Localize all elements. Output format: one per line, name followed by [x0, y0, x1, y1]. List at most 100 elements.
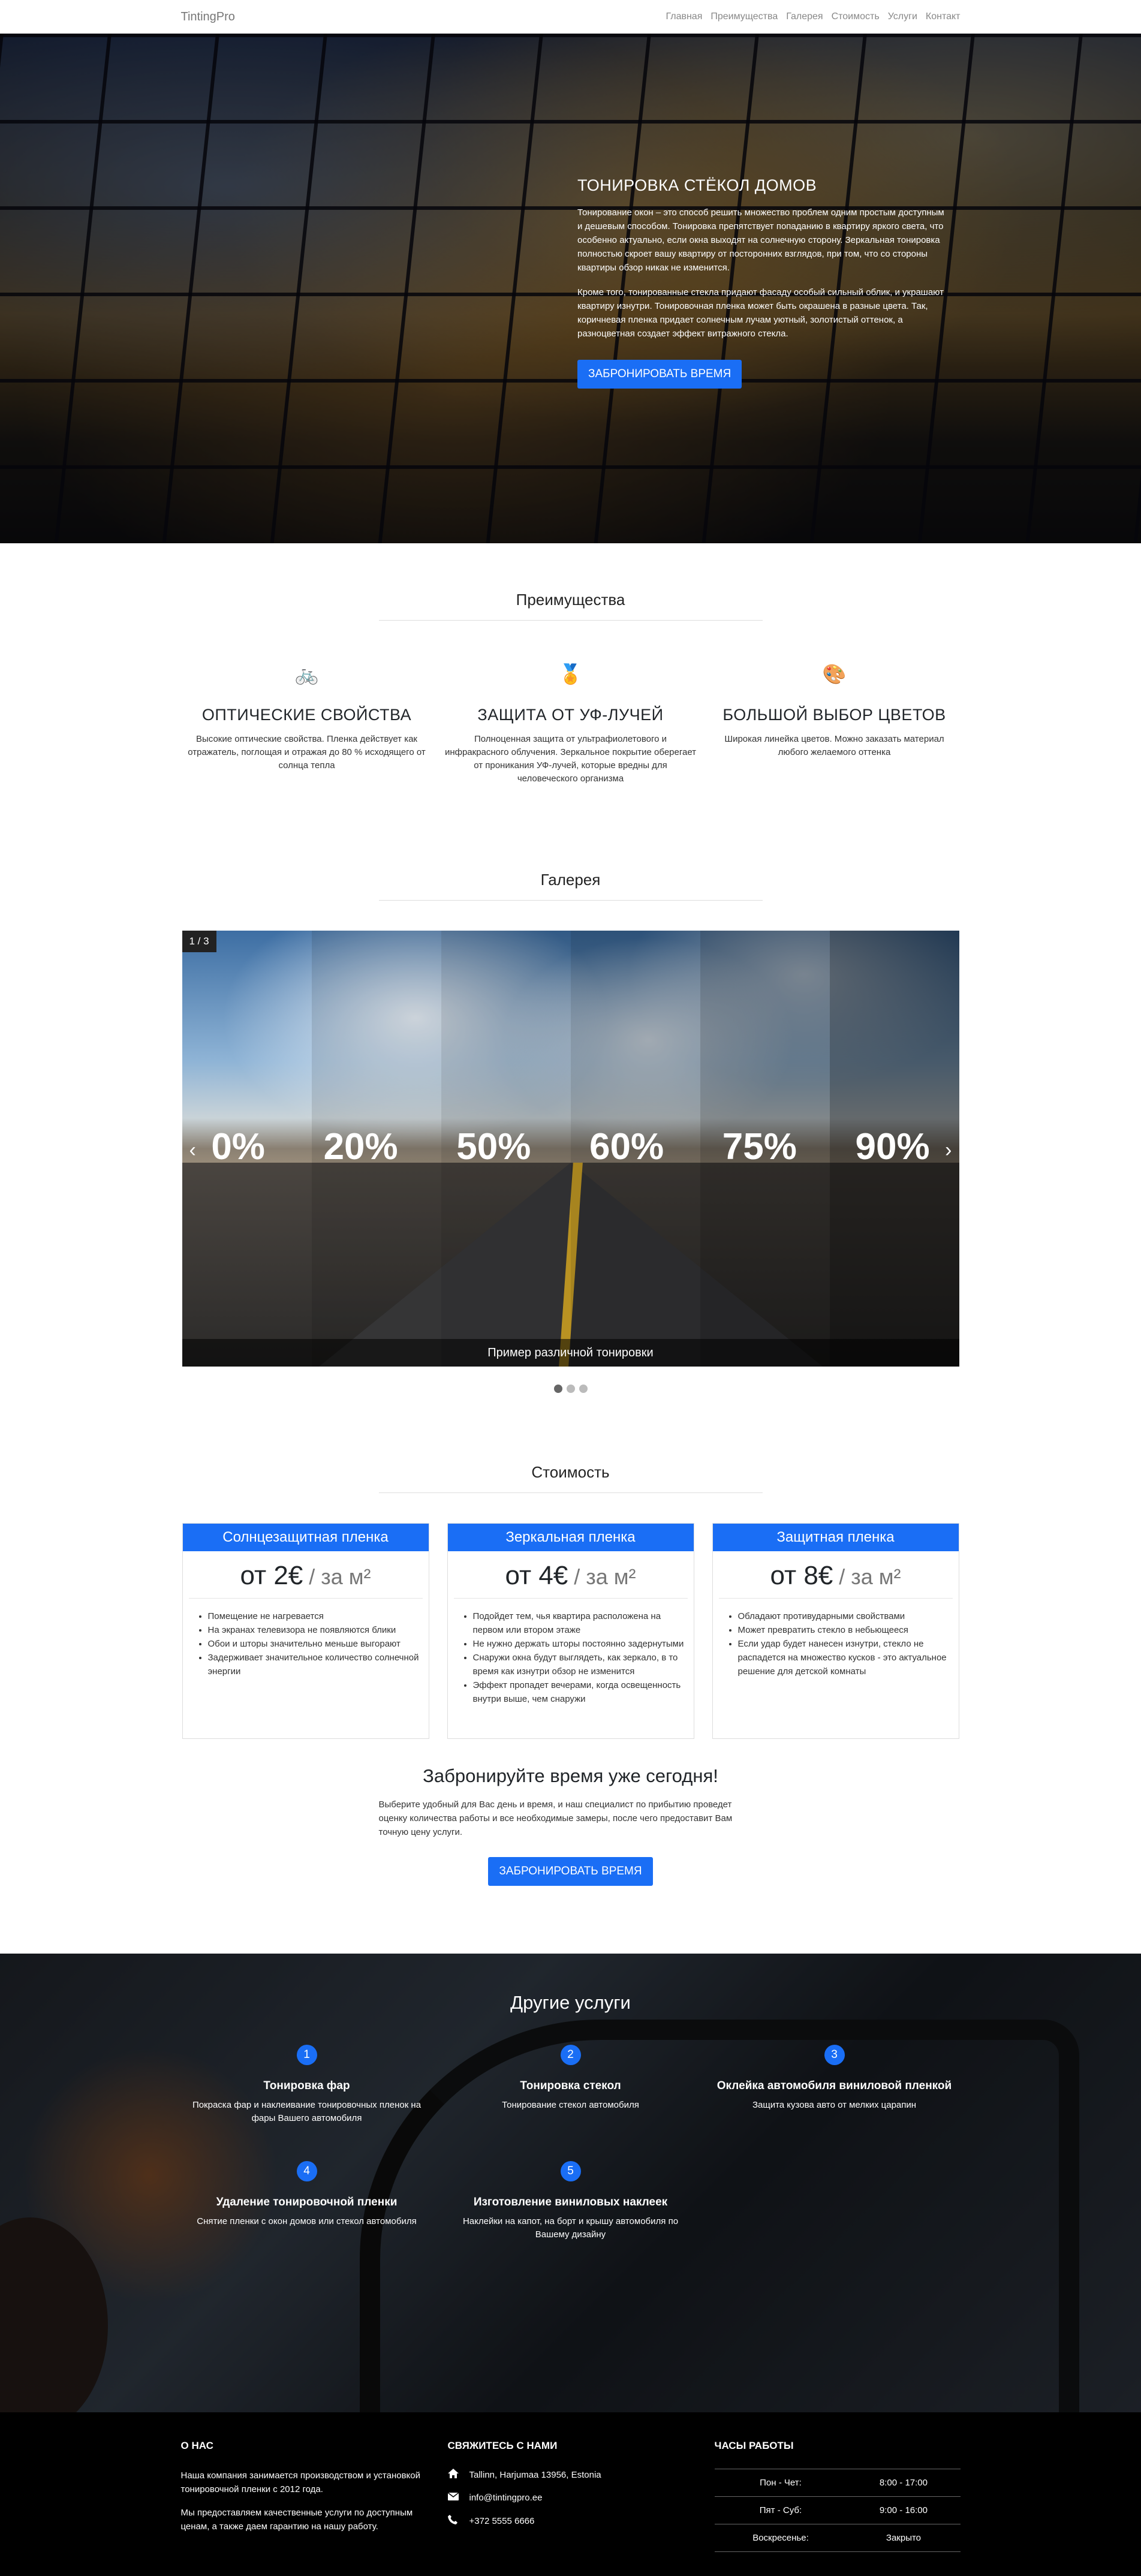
- booking-button[interactable]: ЗАБРОНИРОВАТЬ ВРЕМЯ: [488, 1857, 653, 1886]
- about-text: Наша компания занимается производством и…: [180, 2470, 421, 2494]
- plan-name: Защитная пленка: [712, 1524, 959, 1551]
- plan-name: Солнцезащитная пленка: [182, 1524, 429, 1551]
- number-badge: 2: [560, 2045, 581, 2065]
- hero-content: ТОНИРОВКА СТЁКОЛ ДОМОВ Тонирование окон …: [577, 176, 949, 389]
- nav-item-home[interactable]: Главная: [666, 11, 702, 22]
- tint-label: 50%: [456, 1126, 531, 1167]
- booking-title: Забронируйте время уже сегодня!: [423, 1765, 718, 1786]
- brand-logo[interactable]: TintingPro: [181, 10, 235, 24]
- feature-title: ОПТИЧЕСКИЕ СВОЙСТВА: [201, 706, 412, 724]
- service-text: Защита кузова авто от мелких царапин: [752, 2100, 917, 2110]
- feature-text: Полноценная защита от ультрафиолетового …: [444, 734, 697, 784]
- plan-name: Зеркальная пленка: [447, 1524, 694, 1551]
- slide-caption: Пример различной тонировки: [182, 1339, 959, 1367]
- nav-item-contact[interactable]: Контакт: [926, 11, 961, 22]
- service-title: Тонировка стекол: [520, 2080, 621, 2092]
- service-title: Оклейка автомобиля виниловой пленкой: [716, 2080, 952, 2092]
- plan-price: от 4€ / за м²: [453, 1551, 688, 1599]
- nav-menu: Главная Преимущества Галерея Стоимость У…: [666, 11, 960, 22]
- hero-title: ТОНИРОВКА СТЁКОЛ ДОМОВ: [577, 176, 817, 194]
- footer: О НАС Наша компания занимается производс…: [0, 2412, 1141, 2576]
- plan-features: Обладают противударными свойствами Может…: [713, 1599, 959, 1678]
- optics-icon: 🚲: [294, 663, 319, 685]
- slider-dots: [0, 1385, 1141, 1393]
- feature-title: ЗАЩИТА ОТ УФ-ЛУЧЕЙ: [477, 706, 664, 724]
- plan-features: Помещение не нагревается На экранах теле…: [183, 1599, 429, 1678]
- envelope-icon: [447, 2492, 469, 2503]
- slider-dot[interactable]: [553, 1385, 562, 1393]
- service-item: 3 Оклейка автомобиля виниловой пленкой З…: [703, 2045, 967, 2125]
- contact-phone[interactable]: +372 5555 6666: [447, 2515, 694, 2527]
- service-text: Покраска фар и наклеивание тонировочных …: [192, 2100, 422, 2123]
- footer-heading: СВЯЖИТЕСЬ С НАМИ: [447, 2440, 558, 2451]
- service-item: 1 Тонировка фар Покраска фар и наклеиван…: [175, 2045, 439, 2125]
- next-arrow-icon[interactable]: ›: [945, 1139, 952, 1162]
- footer-heading: ЧАСЫ РАБОТЫ: [714, 2440, 794, 2451]
- gallery-title: Галерея: [540, 871, 601, 889]
- tint-label: 60%: [589, 1126, 664, 1167]
- price-card: Зеркальная пленка от 4€ / за м² Подойдет…: [447, 1523, 694, 1739]
- number-badge: 3: [824, 2045, 845, 2065]
- service-title: Тонировка фар: [263, 2080, 350, 2092]
- tint-label: 20%: [323, 1126, 398, 1167]
- hero-section: ТОНИРОВКА СТЁКОЛ ДОМОВ Тонирование окон …: [0, 34, 1141, 543]
- service-item: 4 Удаление тонировочной пленки Снятие пл…: [175, 2161, 439, 2241]
- footer-hours: ЧАСЫ РАБОТЫ Пон - Чет: 8:00 - 17:00 Пят -…: [714, 2440, 961, 2552]
- feature-card: 🏅 ЗАЩИТА ОТ УФ-ЛУЧЕЙ Полноценная защита …: [445, 663, 697, 786]
- feature-text: Высокие оптические свойства. Пленка дейс…: [188, 734, 426, 771]
- services-title: Другие услуги: [510, 1992, 631, 2013]
- footer-contact: СВЯЖИТЕСЬ С НАМИ Tallinn, Harjumaa 13956…: [447, 2440, 694, 2552]
- nav-item-features[interactable]: Преимущества: [711, 11, 778, 22]
- tint-percentages: 0% 20% 50% 60% 75% 90%: [182, 1126, 959, 1168]
- plan-price: от 8€ / за м²: [718, 1551, 953, 1599]
- table-row: Воскресенье: Закрыто: [714, 2524, 961, 2552]
- nav-item-gallery[interactable]: Галерея: [786, 11, 823, 22]
- service-item: 5 Изготовление виниловых наклеек Наклейк…: [439, 2161, 703, 2241]
- divider: [378, 1492, 763, 1493]
- plan-features: Подойдет тем, чья квартира расположена н…: [448, 1599, 694, 1706]
- tint-label: 0%: [211, 1126, 265, 1167]
- navbar: TintingPro Главная Преимущества Галерея …: [0, 0, 1141, 34]
- divider: [378, 900, 763, 901]
- features-title: Преимущества: [516, 591, 625, 609]
- feature-card: 🚲 ОПТИЧЕСКИЕ СВОЙСТВА Высокие оптические…: [181, 663, 433, 786]
- medal-icon: 🏅: [558, 663, 583, 685]
- about-text: Мы предоставляем качественные услуги по …: [180, 2508, 413, 2532]
- feature-title: БОЛЬШОЙ ВЫБОР ЦВЕТОВ: [722, 706, 946, 724]
- hero-paragraph-1: Тонирование окон – это способ решить мно…: [577, 207, 944, 273]
- hero-paragraph-2: Кроме того, тонированные стекла придают …: [577, 287, 944, 339]
- pricing-title: Стоимость: [531, 1463, 610, 1481]
- tint-label: 75%: [722, 1126, 797, 1167]
- number-badge: 1: [296, 2045, 317, 2065]
- booking-text: Выберите удобный для Вас день и время, и…: [378, 1799, 733, 1837]
- table-row: Пон - Чет: 8:00 - 17:00: [714, 2469, 961, 2497]
- plan-price: от 2€ / за м²: [188, 1551, 423, 1599]
- number-badge: 4: [296, 2161, 317, 2181]
- number-badge: 5: [560, 2161, 581, 2181]
- features-section: Преимущества 🚲 ОПТИЧЕСКИЕ СВОЙСТВА Высок…: [0, 591, 1141, 786]
- tint-label: 90%: [855, 1126, 930, 1167]
- services-section: Другие услуги 1 Тонировка фар Покраска ф…: [0, 1954, 1141, 2412]
- slider-dot[interactable]: [566, 1385, 575, 1393]
- pricing-section: Стоимость Солнцезащитная пленка от 2€ / …: [0, 1463, 1141, 1886]
- hero-book-button[interactable]: ЗАБРОНИРОВАТЬ ВРЕМЯ: [577, 360, 742, 389]
- contact-address: Tallinn, Harjumaa 13956, Estonia: [447, 2469, 694, 2481]
- contact-email[interactable]: info@tintingpro.ee: [447, 2492, 694, 2503]
- prev-arrow-icon[interactable]: ‹: [189, 1139, 196, 1162]
- service-text: Тонирование стекол автомобиля: [502, 2100, 639, 2110]
- gallery-slider[interactable]: 0% 20% 50% 60% 75% 90% 1 / 3 ‹ › Пример …: [182, 931, 959, 1367]
- footer-about: О НАС Наша компания занимается производс…: [181, 2440, 427, 2552]
- slide-counter: 1 / 3: [182, 931, 216, 952]
- palette-icon: 🎨: [822, 663, 847, 685]
- feature-text: Широкая линейка цветов. Можно заказать м…: [724, 734, 944, 757]
- service-title: Удаление тонировочной пленки: [216, 2196, 398, 2208]
- service-text: Наклейки на капот, на борт и крышу автом…: [462, 2216, 679, 2240]
- footer-heading: О НАС: [180, 2440, 213, 2451]
- phone-icon: [447, 2515, 469, 2527]
- gallery-section: Галерея 0% 20% 50% 60% 75% 90% 1 / 3 ‹ ›…: [0, 871, 1141, 1393]
- slider-dot[interactable]: [579, 1385, 588, 1393]
- nav-item-services[interactable]: Услуги: [888, 11, 917, 22]
- nav-item-pricing[interactable]: Стоимость: [832, 11, 880, 22]
- service-item: 2 Тонировка стекол Тонирование стекол ав…: [439, 2045, 703, 2125]
- divider: [378, 620, 763, 621]
